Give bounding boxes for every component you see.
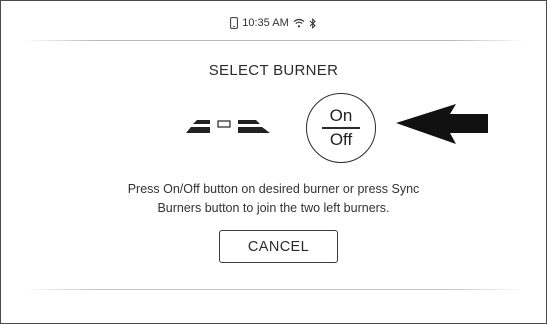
instructions-line-2: Burners button to join the two left burn…	[157, 201, 390, 215]
status-bar: 10:35 AM	[0, 14, 547, 32]
screen-frame	[0, 0, 547, 324]
on-label: On	[329, 106, 353, 126]
top-divider	[22, 40, 525, 41]
wifi-icon	[293, 18, 305, 28]
right-burner-icon	[238, 127, 270, 133]
left-burner-icon	[186, 127, 210, 133]
instructions-text: Press On/Off button on desired burner or…	[0, 180, 547, 218]
phone-icon	[230, 17, 239, 29]
cancel-button[interactable]: CANCEL	[219, 230, 338, 263]
center-burner-icon	[217, 120, 231, 128]
page-title: SELECT BURNER	[208, 62, 339, 79]
bluetooth-icon	[309, 17, 317, 29]
bottom-divider	[22, 289, 525, 290]
onoff-button[interactable]: On Off	[306, 93, 376, 163]
arrow-left-icon	[396, 104, 488, 149]
status-time: 10:35 AM	[242, 17, 289, 29]
right-rear-burner-icon	[238, 120, 260, 124]
onoff-separator	[322, 127, 360, 129]
instructions-line-1: Press On/Off button on desired burner or…	[127, 182, 420, 196]
burner-layout-icon	[186, 118, 272, 139]
left-rear-burner-icon	[193, 120, 210, 124]
off-label: Off	[329, 129, 353, 149]
